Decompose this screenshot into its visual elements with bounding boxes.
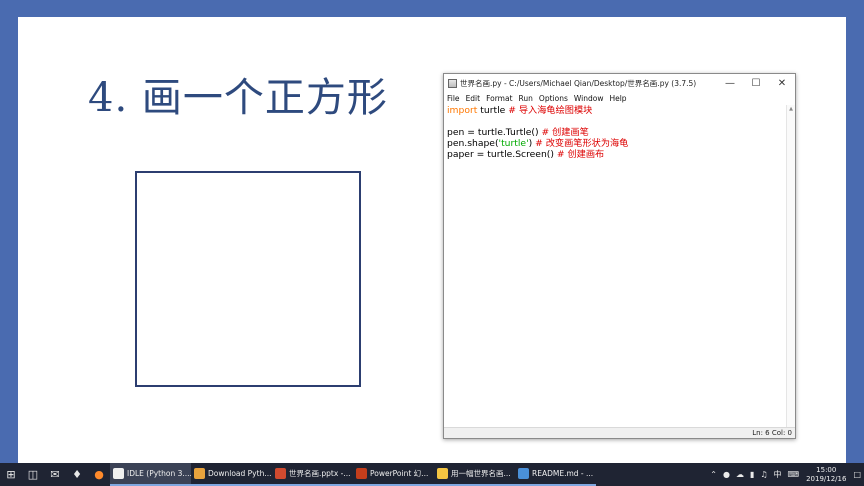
taskbar-app-5[interactable]: README.md - ... <box>515 463 596 486</box>
volume-icon[interactable]: ♫ <box>760 470 767 479</box>
ime-language[interactable]: 中 <box>774 469 782 480</box>
title-bar[interactable]: 世界名画.py - C:/Users/Michael Qian/Desktop/… <box>444 74 795 92</box>
app-icon <box>113 468 124 479</box>
taskbar: ⊞ ◫ ✉ ♦ ● IDLE (Python 3.... Download Pyt… <box>0 463 864 486</box>
menu-edit[interactable]: Edit <box>466 94 481 103</box>
menu-file[interactable]: File <box>447 94 460 103</box>
taskbar-app-label: IDLE (Python 3.... <box>127 469 191 478</box>
app-icon <box>194 468 205 479</box>
app-icon <box>275 468 286 479</box>
idle-window[interactable]: 世界名画.py - C:/Users/Michael Qian/Desktop/… <box>443 73 796 439</box>
app-icon <box>518 468 529 479</box>
taskbar-app-0[interactable]: IDLE (Python 3.... <box>110 463 191 486</box>
taskbar-app-label: PowerPoint 幻... <box>370 469 429 478</box>
taskbar-app-3[interactable]: PowerPoint 幻... <box>353 463 434 486</box>
keyboard-icon[interactable]: ⌨ <box>788 470 800 479</box>
app-icon <box>356 468 367 479</box>
scroll-up-icon[interactable]: ▲ <box>787 105 795 113</box>
slide-title: 4. 画一个正方形 <box>88 75 388 121</box>
notification-icon[interactable]: □ <box>853 470 861 479</box>
vertical-scrollbar[interactable]: ▲ <box>786 105 795 427</box>
menu-run[interactable]: Run <box>519 94 533 103</box>
taskbar-app-label: 世界名画.pptx -... <box>289 469 351 478</box>
python-icon[interactable]: ♦ <box>66 463 88 486</box>
firefox-icon[interactable]: ● <box>88 463 110 486</box>
menu-help[interactable]: Help <box>609 94 626 103</box>
system-tray: ⌃ ● ☁ ▮ ♫ 中 ⌨ 15:00 2019/12/16 □ <box>707 463 864 486</box>
menu-window[interactable]: Window <box>574 94 604 103</box>
clock[interactable]: 15:00 2019/12/16 <box>806 466 846 484</box>
menu-bar: File Edit Format Run Options Window Help <box>444 92 795 104</box>
code-line-4: pen.shape('turtle') # 改变画笔形状为海龟 <box>447 138 629 149</box>
taskbar-app-label: 用一幅世界名画... <box>451 469 511 478</box>
code-line-5: paper = turtle.Screen() # 创建画布 <box>447 149 605 160</box>
close-button[interactable]: ✕ <box>769 74 795 92</box>
onedrive-icon[interactable]: ☁ <box>736 470 744 479</box>
menu-format[interactable]: Format <box>486 94 512 103</box>
app-icon <box>437 468 448 479</box>
maximize-button[interactable]: ☐ <box>743 74 769 92</box>
square-drawing <box>135 171 361 387</box>
mail-icon[interactable]: ✉ <box>44 463 66 486</box>
clock-time: 15:00 <box>816 465 837 474</box>
status-bar: Ln: 6 Col: 0 <box>444 427 795 438</box>
menu-options[interactable]: Options <box>539 94 568 103</box>
taskbar-app-label: README.md - ... <box>532 469 594 478</box>
chevron-up-icon[interactable]: ⌃ <box>710 470 717 479</box>
window-title: 世界名画.py - C:/Users/Michael Qian/Desktop/… <box>460 78 697 88</box>
minimize-button[interactable]: — <box>717 74 743 92</box>
clock-date: 2019/12/16 <box>806 474 847 483</box>
battery-icon[interactable]: ▮ <box>750 470 754 479</box>
taskbar-app-label: Download Pyth... <box>208 469 272 478</box>
code-line-1: import turtle # 导入海龟绘图模块 <box>447 105 593 116</box>
taskbar-app-1[interactable]: Download Pyth... <box>191 463 272 486</box>
windows-start-icon[interactable]: ⊞ <box>0 463 22 486</box>
task-view-icon[interactable]: ◫ <box>22 463 44 486</box>
python-file-icon <box>448 78 457 88</box>
code-editor[interactable]: import turtle # 导入海龟绘图模块 pen = turtle.Tu… <box>445 105 785 427</box>
code-line-3: pen = turtle.Turtle() # 创建画笔 <box>447 127 589 138</box>
taskbar-app-4[interactable]: 用一幅世界名画... <box>434 463 515 486</box>
microphone-icon[interactable]: ● <box>723 470 730 479</box>
taskbar-app-2[interactable]: 世界名画.pptx -... <box>272 463 353 486</box>
